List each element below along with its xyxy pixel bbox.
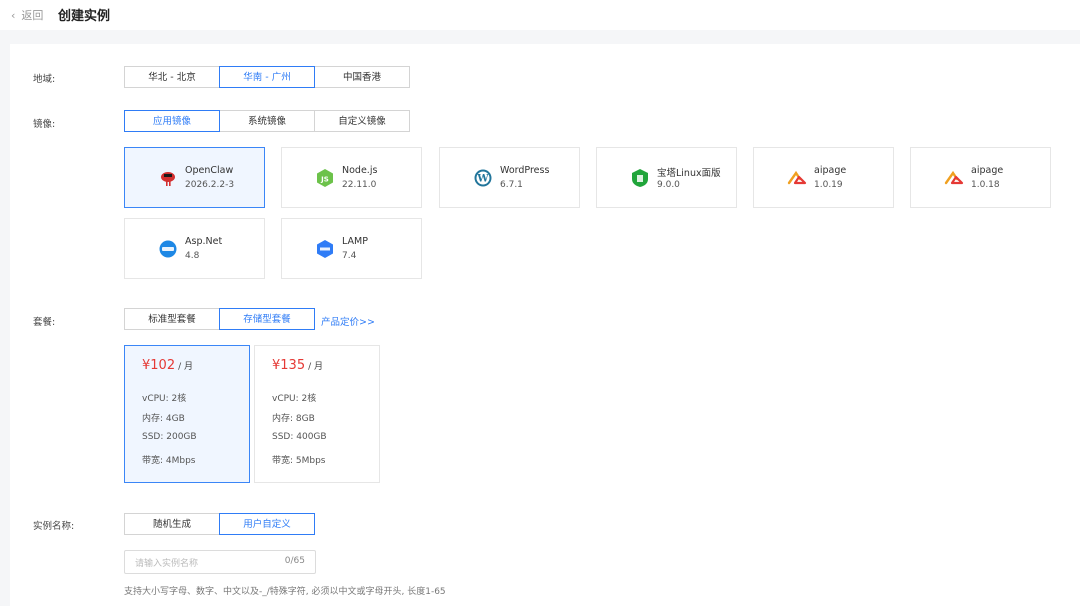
image-card-aspnet[interactable]: Asp.Net 4.8: [124, 218, 265, 279]
plan-vcpu: vCPU: 2核: [272, 394, 317, 404]
image-name: Asp.Net: [185, 236, 223, 247]
plan-card-102[interactable]: ¥102/ 月 vCPU: 2核 内存: 4GB SSD: 200GB 带宽: …: [124, 345, 250, 483]
plan-card-135[interactable]: ¥135/ 月 vCPU: 2核 内存: 8GB SSD: 400GB 带宽: …: [254, 345, 380, 483]
image-version: 6.7.1: [500, 180, 523, 190]
plan-price: ¥135/ 月: [272, 358, 323, 373]
back-button[interactable]: ‹ 返回: [11, 7, 43, 23]
region-selector: 华北 - 北京 华南 - 广州 中国香港: [124, 66, 410, 88]
image-card-aipage-1[interactable]: aipage 1.0.19: [753, 147, 894, 208]
plan-price-unit: / 月: [178, 362, 193, 372]
plan-price-value: ¥135: [272, 358, 306, 373]
plan-price: ¥102/ 月: [142, 358, 193, 373]
plan-ssd: SSD: 200GB: [142, 432, 197, 442]
region-option-beijing[interactable]: 华北 - 北京: [124, 66, 220, 88]
instance-name-placeholder: 请输入实例名称: [135, 559, 199, 569]
tab-app-image[interactable]: 应用镜像: [124, 110, 220, 132]
region-label: 地域:: [33, 74, 56, 85]
package-tabs: 标准型套餐 存储型套餐: [124, 308, 315, 330]
top-bar: ‹ 返回 创建实例: [0, 0, 1080, 30]
image-version: 22.11.0: [342, 180, 377, 190]
image-name: LAMP: [342, 236, 368, 247]
tab-system-image[interactable]: 系统镜像: [219, 110, 315, 132]
plan-memory: 内存: 4GB: [142, 414, 185, 424]
image-tabs: 应用镜像 系统镜像 自定义镜像: [124, 110, 410, 132]
image-name: WordPress: [500, 165, 550, 176]
image-card-wordpress[interactable]: W WordPress 6.7.1: [439, 147, 580, 208]
svg-text:W: W: [476, 174, 489, 185]
option-random-name[interactable]: 随机生成: [124, 513, 220, 535]
openclaw-icon: [161, 172, 175, 186]
image-version: 4.8: [185, 251, 200, 261]
image-name: 宝塔Linux面版: [657, 168, 721, 179]
image-version: 1.0.19: [814, 180, 843, 190]
nodejs-icon: JS: [317, 169, 333, 187]
page-title: 创建实例: [58, 9, 111, 24]
chevron-left-icon: ‹: [11, 9, 16, 22]
instance-name-hint: 支持大小写字母、数字、中文以及-_/特殊字符, 必须以中文或字母开头, 长度1-…: [124, 587, 446, 597]
image-card-openclaw[interactable]: OpenClaw 2026.2.2-3: [124, 147, 265, 208]
svg-text:JS: JS: [320, 176, 329, 184]
region-option-hongkong[interactable]: 中国香港: [314, 66, 410, 88]
image-version: 7.4: [342, 251, 357, 261]
instance-name-label: 实例名称:: [33, 521, 75, 532]
image-version: 9.0.0: [657, 180, 680, 190]
region-option-guangzhou[interactable]: 华南 - 广州: [219, 66, 315, 88]
pricing-link[interactable]: 产品定价>>: [321, 314, 375, 328]
tab-custom-image[interactable]: 自定义镜像: [314, 110, 410, 132]
wordpress-icon: W: [474, 169, 492, 187]
image-label: 镜像:: [33, 119, 56, 130]
plan-vcpu: vCPU: 2核: [142, 394, 187, 404]
image-card-nodejs[interactable]: JS Node.js 22.11.0: [281, 147, 422, 208]
image-name: Node.js: [342, 165, 378, 176]
plan-price-value: ¥102: [142, 358, 176, 373]
image-version: 2026.2.2-3: [185, 180, 235, 190]
plan-ssd: SSD: 400GB: [272, 432, 327, 442]
package-label: 套餐:: [33, 317, 56, 328]
back-label: 返回: [21, 9, 44, 22]
lamp-icon: [317, 240, 333, 258]
tab-storage-package[interactable]: 存储型套餐: [219, 308, 315, 330]
image-card-baota[interactable]: 宝塔Linux面版 9.0.0: [596, 147, 737, 208]
plan-memory: 内存: 8GB: [272, 414, 315, 424]
image-name: aipage: [814, 165, 847, 176]
option-custom-name[interactable]: 用户自定义: [219, 513, 315, 535]
image-version: 1.0.18: [971, 180, 1000, 190]
image-name: aipage: [971, 165, 1004, 176]
image-name: OpenClaw: [185, 165, 234, 176]
plan-bandwidth: 带宽: 4Mbps: [142, 456, 196, 466]
aipage-icon: [944, 170, 964, 185]
aspnet-icon: [159, 240, 177, 258]
plan-price-unit: / 月: [308, 362, 323, 372]
baota-icon: [632, 169, 648, 187]
image-card-aipage-2[interactable]: aipage 1.0.18: [910, 147, 1051, 208]
aipage-icon: [787, 170, 807, 185]
plan-bandwidth: 带宽: 5Mbps: [272, 456, 326, 466]
image-card-lamp[interactable]: LAMP 7.4: [281, 218, 422, 279]
char-counter: 0/65: [284, 556, 305, 566]
instance-name-mode: 随机生成 用户自定义: [124, 513, 315, 535]
instance-name-input[interactable]: 请输入实例名称 0/65: [124, 550, 316, 574]
tab-standard-package[interactable]: 标准型套餐: [124, 308, 220, 330]
